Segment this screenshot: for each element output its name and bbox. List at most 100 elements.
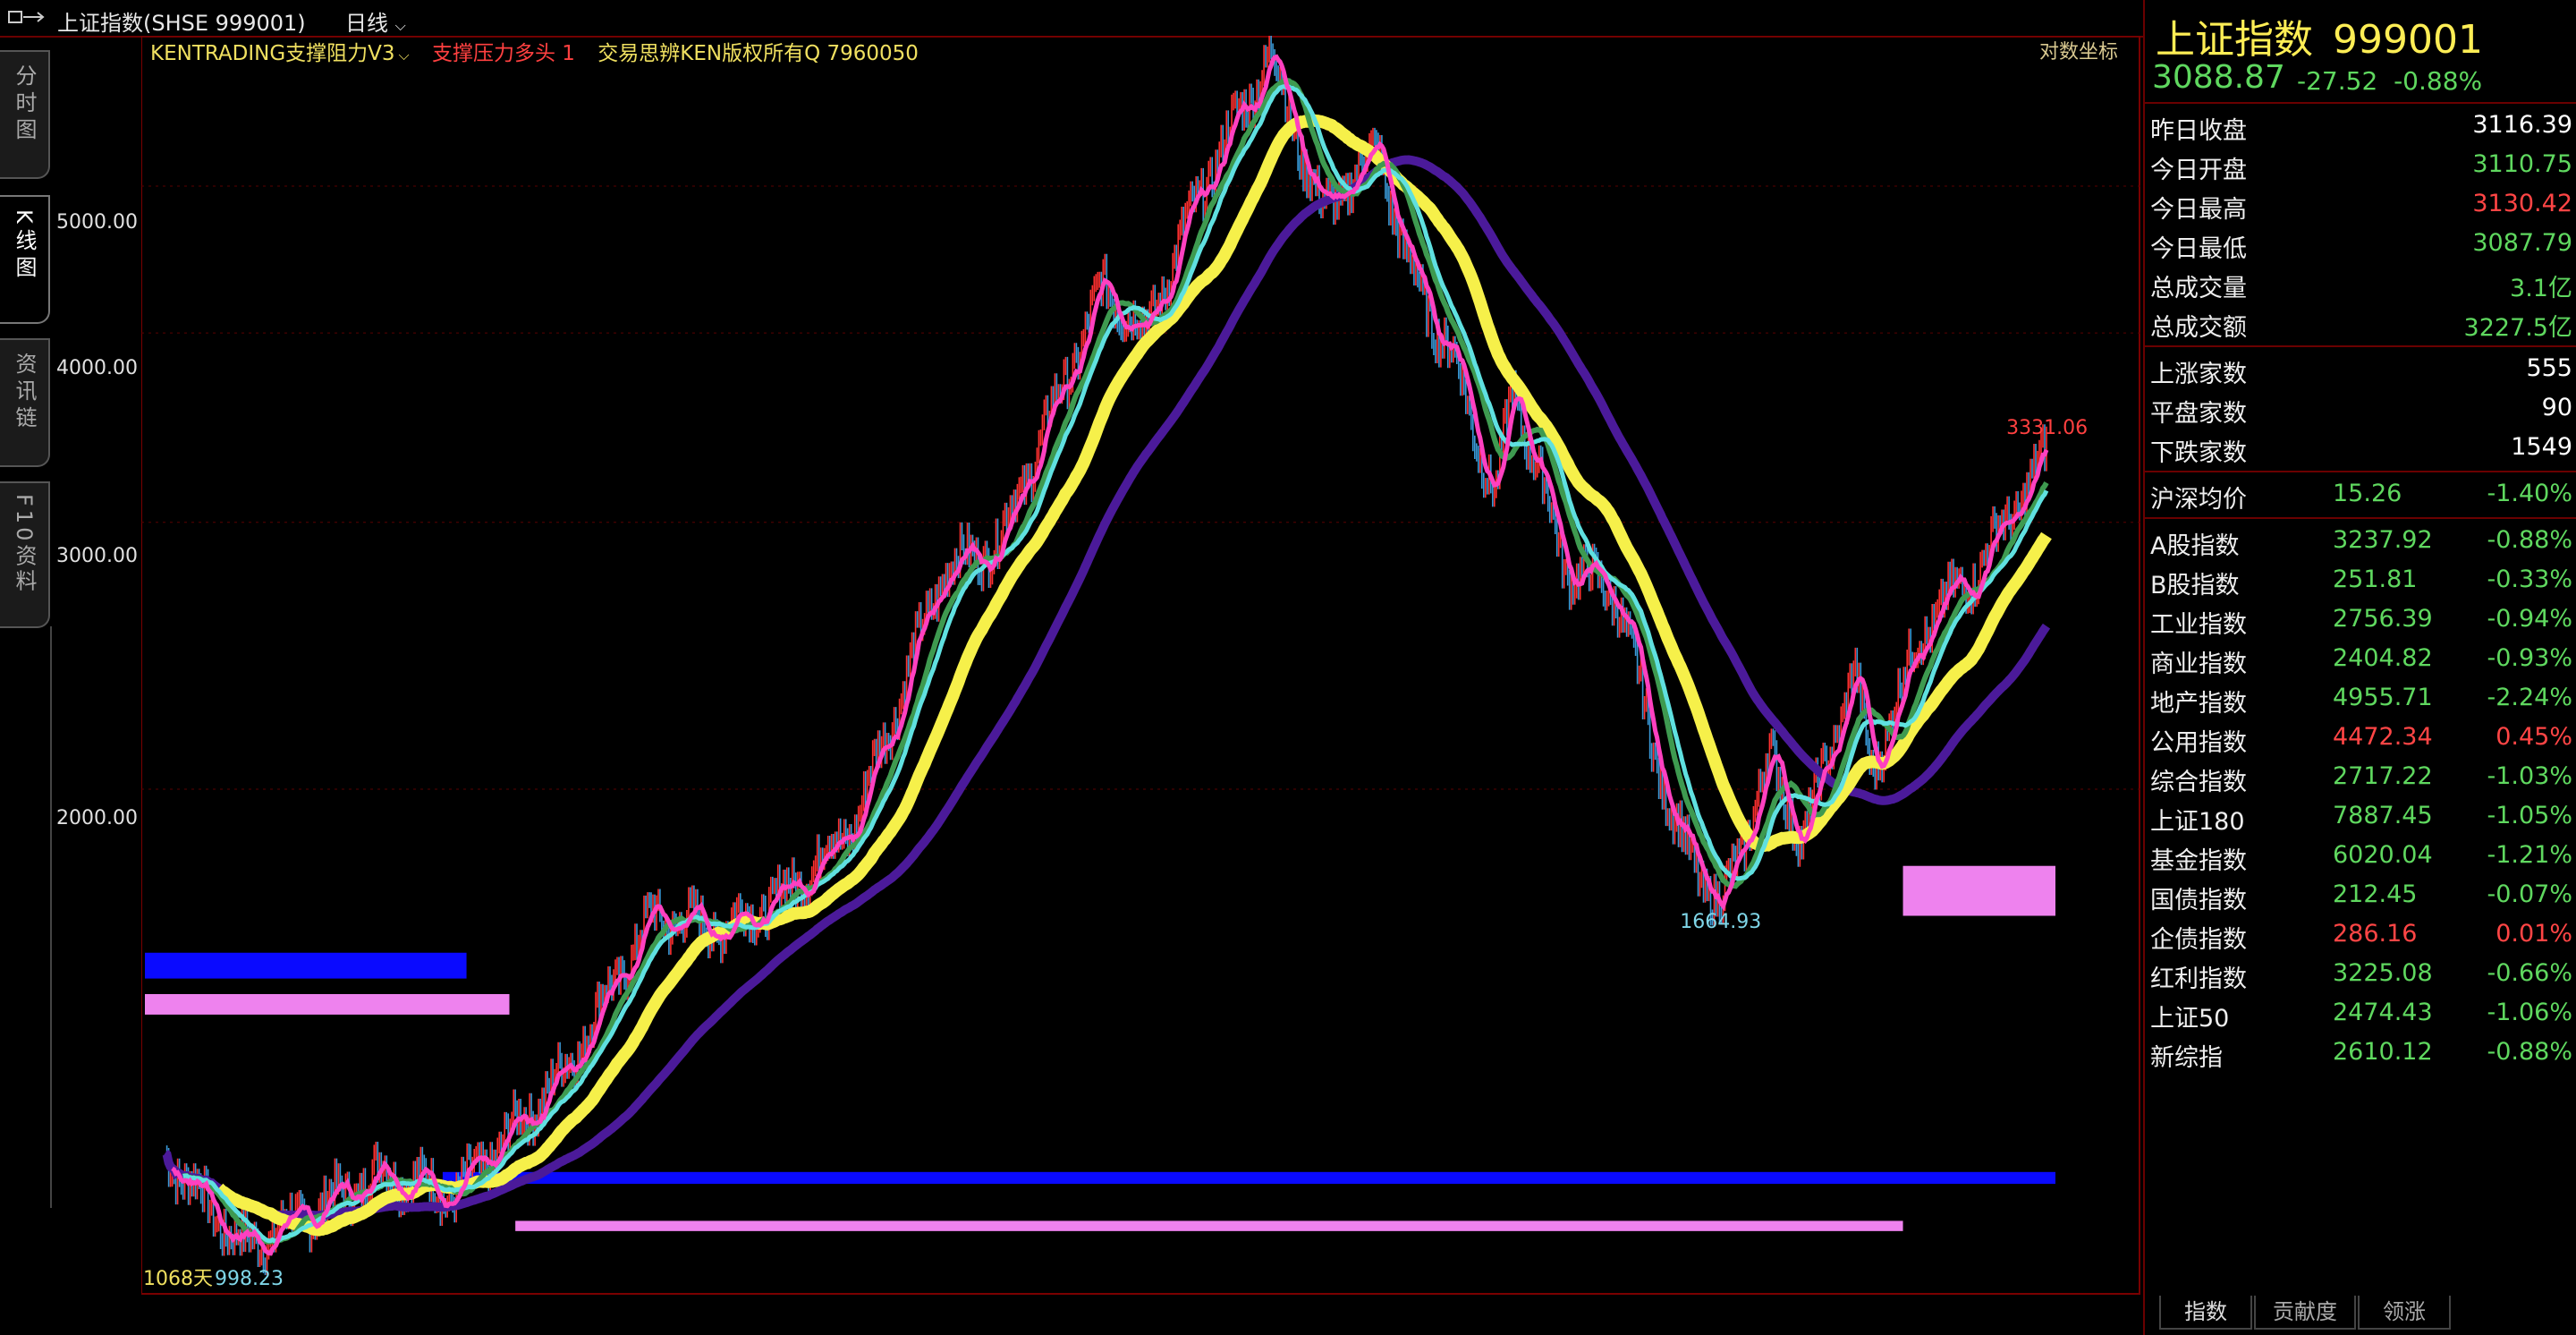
breadth-row-value: 90 [2541, 394, 2572, 421]
index-row[interactable]: 上证180 7887.45 -1.05% [2145, 796, 2576, 836]
index-row[interactable]: 国债指数 212.45 -0.07% [2145, 875, 2576, 914]
kline-chart[interactable]: 6124.04 1664.93 3331.06 1068天998.23 2005/07/… [141, 36, 2141, 1296]
x-tick-label: 2006/11/01 [795, 1294, 914, 1296]
x-tick-label: 2006/03/01 [504, 1294, 623, 1296]
index-row[interactable]: 公用指数 4472.34 0.45% [2145, 718, 2576, 757]
x-tick-label: 2005/07/01 [215, 1294, 334, 1296]
tab-news-chain[interactable]: 资讯链 [0, 338, 50, 467]
price-annotation: 3331.06 [2006, 417, 2088, 439]
avg-row-label: 沪深均价 [2150, 486, 2247, 514]
window-menu-icon[interactable] [7, 7, 47, 27]
tab-contribution-label: 贡献度 [2273, 1299, 2337, 1324]
breadth-row-label: 下跌家数 [2150, 439, 2247, 467]
tab-kline[interactable]: K线图 [0, 195, 50, 324]
index-row[interactable]: 基金指数 6020.04 -1.21% [2145, 836, 2576, 875]
index-row-pct: 0.45% [2496, 723, 2572, 751]
index-row[interactable]: 新综指 2610.12 -0.88% [2145, 1033, 2576, 1072]
index-row-label: 企债指数 [2150, 926, 2247, 954]
stat-row-value: 3.1亿 [2510, 275, 2572, 302]
index-row[interactable]: 上证50 2474.43 -1.06% [2145, 993, 2576, 1033]
index-row[interactable]: B股指数 251.81 -0.33% [2145, 560, 2576, 599]
index-row[interactable]: A股指数 3237.92 -0.88% [2145, 521, 2576, 560]
index-row-value: 3225.08 [2333, 959, 2433, 987]
quote-name-text: 上证指数 [2156, 17, 2313, 63]
divider [2145, 471, 2576, 472]
y-axis: 5000.00 4000.00 3000.00 2000.00 [56, 211, 138, 829]
index-row-value: 2717.22 [2333, 762, 2433, 790]
index-row[interactable]: 地产指数 4955.71 -2.24% [2145, 678, 2576, 718]
ma-mid-line[interactable] [182, 84, 2049, 1244]
index-row-pct: -1.05% [2487, 802, 2572, 829]
kline-chart-svg[interactable]: 6124.04 1664.93 3331.06 1068天998.23 2005/07/… [141, 36, 2141, 1296]
security-title: 上证指数(SHSE 999001) [57, 11, 306, 36]
index-row[interactable]: 商业指数 2404.82 -0.93% [2145, 639, 2576, 678]
price-annotation: 998.23 [215, 1268, 284, 1290]
index-row-value: 4472.34 [2333, 723, 2433, 751]
index-row-label: 新综指 [2150, 1044, 2223, 1072]
price-candles-down[interactable] [165, 36, 2046, 1276]
stat-row[interactable]: 今日最低 3087.79 [2145, 224, 2576, 263]
avg-row-pct: -1.40% [2487, 480, 2572, 507]
breadth-row[interactable]: 上涨家数 555 [2145, 349, 2576, 388]
quote-change-pct: -0.88% [2394, 66, 2483, 96]
index-row[interactable]: 企债指数 286.16 0.01% [2145, 914, 2576, 954]
index-row-value: 2404.82 [2333, 644, 2433, 672]
side-tab-rail [0, 626, 52, 1208]
top-bar: 上证指数(SHSE 999001) 日线 ⌵ [0, 0, 2143, 38]
stat-row[interactable]: 总成交额 3227.5亿 [2145, 302, 2576, 342]
stat-row[interactable]: 今日最高 3130.42 [2145, 184, 2576, 224]
index-row-pct: -0.93% [2487, 644, 2572, 672]
quote-code: 999001 [2333, 17, 2483, 63]
price-candles-up[interactable] [169, 36, 2047, 1276]
ma-slow-line[interactable] [214, 114, 2052, 1237]
stat-row[interactable]: 昨日收盘 3116.39 [2145, 106, 2576, 145]
index-row-value: 4955.71 [2333, 684, 2433, 711]
breadth-row-value: 555 [2526, 354, 2572, 382]
quote-name: 上证指数 999001 [2156, 7, 2483, 64]
quote-change: -27.52 -0.88% [2297, 66, 2482, 96]
stat-row-value: 3130.42 [2472, 190, 2572, 217]
index-row-label: 工业指数 [2150, 611, 2247, 639]
index-row[interactable]: 综合指数 2717.22 -1.03% [2145, 757, 2576, 796]
log-scale-toggle[interactable]: 对数坐标 [2039, 36, 2118, 64]
index-row-value: 212.45 [2333, 880, 2418, 908]
stat-row-value: 3227.5亿 [2463, 314, 2572, 342]
chevron-down-icon[interactable]: ⌵ [399, 47, 410, 64]
y-tick-label: 5000.00 [56, 211, 138, 234]
tab-leaders[interactable]: 领涨 [2358, 1296, 2451, 1330]
index-row-value: 7887.45 [2333, 802, 2433, 829]
tab-intraday[interactable]: 分时图 [0, 50, 50, 179]
tab-contribution[interactable]: 贡献度 [2254, 1296, 2356, 1330]
index-row-label: 红利指数 [2150, 965, 2247, 993]
tab-news-chain-label: 资讯链 [12, 353, 37, 433]
tab-leaders-label: 领涨 [2383, 1299, 2426, 1324]
stat-row[interactable]: 今日开盘 3110.75 [2145, 145, 2576, 184]
breadth-row[interactable]: 下跌家数 1549 [2145, 428, 2576, 467]
divider [2145, 517, 2576, 519]
index-row[interactable]: 红利指数 3225.08 -0.66% [2145, 954, 2576, 993]
index-row-value: 2756.39 [2333, 605, 2433, 633]
stat-row[interactable]: 总成交量 3.1亿 [2145, 263, 2576, 302]
quote-panel: 上证指数 999001 3088.87 -27.52 -0.88% 昨日收盘 311… [2143, 0, 2576, 1335]
index-row-pct: -0.07% [2487, 880, 2572, 908]
breadth-row[interactable]: 平盘家数 90 [2145, 388, 2576, 428]
y-tick-label: 4000.00 [56, 357, 138, 379]
tab-index-label: 指数 [2184, 1299, 2227, 1324]
indicator-name[interactable]: KENTRADING支撑阻力V3 [150, 42, 395, 65]
ma-green-line[interactable] [182, 78, 2049, 1245]
stat-row-label: 总成交额 [2150, 314, 2247, 342]
avg-row[interactable]: 沪深均价 15.26 -1.40% [2145, 474, 2576, 514]
index-row-label: 综合指数 [2150, 769, 2247, 796]
ma-fast-line[interactable] [171, 54, 2049, 1256]
stat-row-value: 3110.75 [2472, 150, 2572, 178]
x-tick-label: 2007/07/02 [1085, 1294, 1204, 1296]
y-tick-label: 2000.00 [56, 807, 138, 829]
support-resistance-zone [145, 952, 467, 979]
quote-price: 3088.87 [2152, 59, 2285, 96]
index-row-value: 286.16 [2333, 920, 2418, 948]
index-row[interactable]: 工业指数 2756.39 -0.94% [2145, 599, 2576, 639]
tab-index[interactable]: 指数 [2159, 1296, 2252, 1330]
index-row-pct: 0.01% [2496, 920, 2572, 948]
tab-f10[interactable]: F10资料 [0, 481, 50, 628]
period-selector[interactable]: 日线 ⌵ [345, 5, 406, 37]
